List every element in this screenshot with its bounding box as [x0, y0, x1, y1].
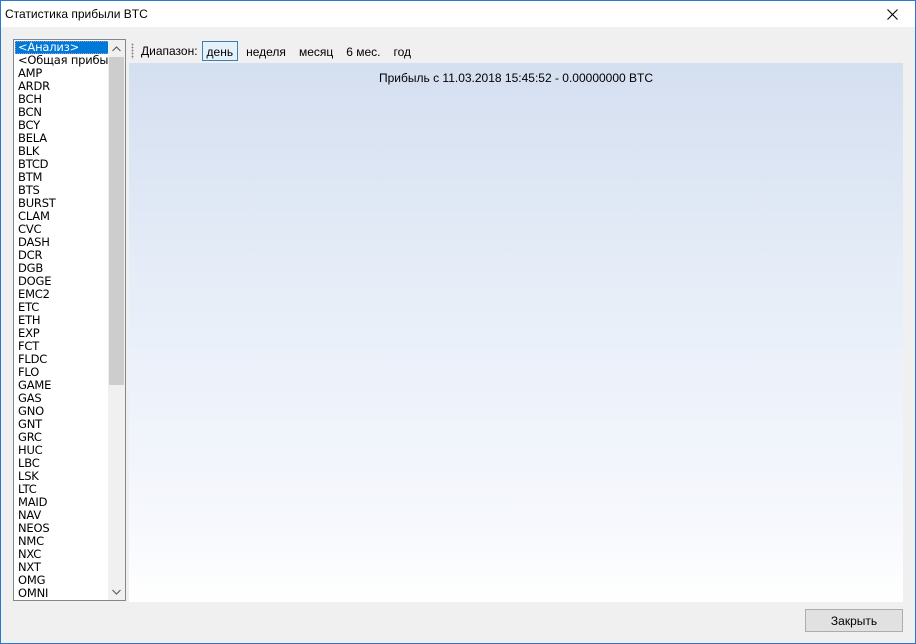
scroll-down-button[interactable] [108, 583, 125, 600]
list-item[interactable]: CVC [15, 223, 110, 236]
chart-caption: Прибыль с 11.03.2018 15:45:52 - 0.000000… [378, 71, 654, 85]
list-item[interactable]: GNT [15, 418, 110, 431]
list-item[interactable]: AMP [15, 67, 110, 80]
profit-chart: Прибыль с 11.03.2018 15:45:52 - 0.000000… [129, 63, 903, 602]
list-item[interactable]: GAS [15, 392, 110, 405]
currency-list-items: <Анализ><Общая прибыль>AMPARDRBCHBCNBCYB… [15, 41, 110, 600]
window-title: Статистика прибыли BTC [5, 7, 148, 21]
list-item[interactable]: BCH [15, 93, 110, 106]
list-item[interactable]: OMNI [15, 587, 110, 600]
close-button[interactable]: Закрыть [805, 609, 903, 632]
list-item[interactable]: GNO [15, 405, 110, 418]
toolbar-grip-icon[interactable] [131, 43, 134, 59]
range-buttons: день неделя месяц 6 мес. год [201, 41, 419, 61]
list-item[interactable]: NMC [15, 535, 110, 548]
list-item[interactable]: DOGE [15, 275, 110, 288]
range-button[interactable]: неделя [241, 41, 291, 61]
list-item[interactable]: DCR [15, 249, 110, 262]
title-bar: Статистика прибыли BTC [1, 1, 915, 27]
range-button[interactable]: год [389, 41, 417, 61]
currency-list[interactable]: <Анализ><Общая прибыль>AMPARDRBCHBCNBCYB… [13, 39, 126, 601]
close-icon [886, 8, 898, 20]
list-item[interactable]: BCY [15, 119, 110, 132]
list-item[interactable]: FLO [15, 366, 110, 379]
range-label: Диапазон: [141, 44, 198, 58]
list-item[interactable]: LTC [15, 483, 110, 496]
list-item[interactable]: HUC [15, 444, 110, 457]
list-item[interactable]: OMG [15, 574, 110, 587]
list-item[interactable]: <Общая прибыль> [15, 54, 110, 67]
list-item[interactable]: BELA [15, 132, 110, 145]
list-item[interactable]: NXC [15, 548, 110, 561]
list-item[interactable]: EMC2 [15, 288, 110, 301]
chevron-up-icon [112, 45, 121, 51]
range-toolbar: Диапазон: день неделя месяц 6 мес. год [129, 39, 903, 63]
list-item[interactable]: GRC [15, 431, 110, 444]
range-button[interactable]: день [201, 41, 239, 61]
list-item[interactable]: DASH [15, 236, 110, 249]
list-item[interactable]: FCT [15, 340, 110, 353]
list-item[interactable]: CLAM [15, 210, 110, 223]
list-item[interactable]: LSK [15, 470, 110, 483]
list-item[interactable]: LBC [15, 457, 110, 470]
list-item[interactable]: ARDR [15, 80, 110, 93]
list-item[interactable]: BTCD [15, 158, 110, 171]
list-item[interactable]: BTM [15, 171, 110, 184]
list-item[interactable]: FLDC [15, 353, 110, 366]
list-item[interactable]: BLK [15, 145, 110, 158]
list-scrollbar[interactable] [108, 40, 125, 600]
list-item[interactable]: BURST [15, 197, 110, 210]
list-item[interactable]: DGB [15, 262, 110, 275]
list-item[interactable]: MAID [15, 496, 110, 509]
scroll-up-button[interactable] [108, 40, 125, 57]
list-item[interactable]: EXP [15, 327, 110, 340]
list-item[interactable]: <Анализ> [15, 41, 110, 54]
stats-window: Статистика прибыли BTC <Анализ> <Общая пр… [0, 0, 916, 644]
chevron-down-icon [112, 589, 121, 595]
list-item[interactable]: BCN [15, 106, 110, 119]
list-item[interactable]: NEOS [15, 522, 110, 535]
list-item[interactable]: ETC [15, 301, 110, 314]
list-item[interactable]: NXT [15, 561, 110, 574]
list-item[interactable]: GAME [15, 379, 110, 392]
range-button[interactable]: месяц [294, 41, 338, 61]
list-item[interactable]: ETH [15, 314, 110, 327]
list-item[interactable]: BTS [15, 184, 110, 197]
range-button[interactable]: 6 мес. [341, 41, 385, 61]
list-item[interactable]: NAV [15, 509, 110, 522]
window-close-button[interactable] [869, 1, 915, 27]
scroll-thumb[interactable] [109, 57, 124, 385]
